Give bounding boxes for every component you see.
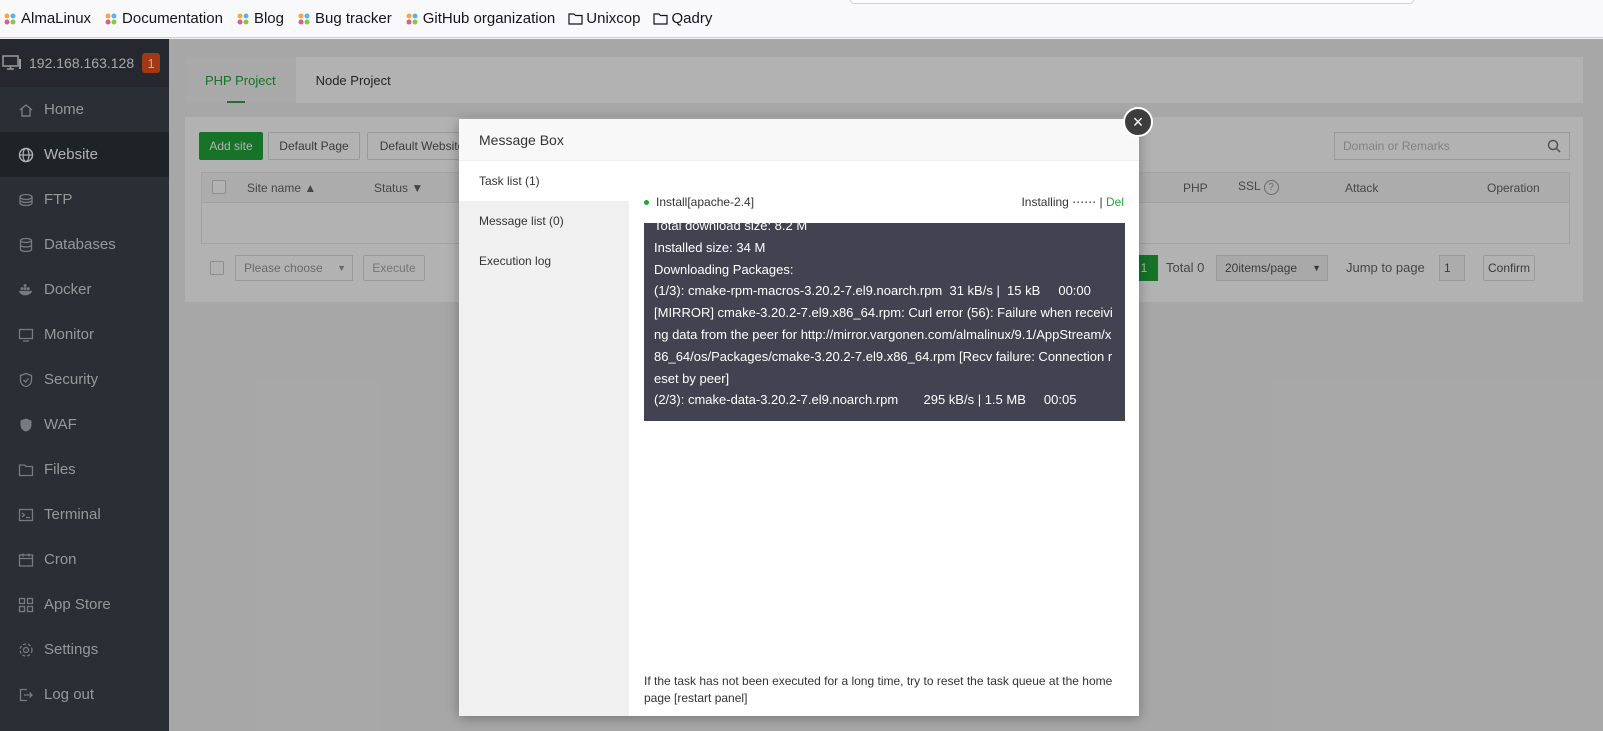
url-bar-edge[interactable]: [850, 0, 1414, 4]
message-box-dialog: Message Box Task list (1) Message list (…: [459, 119, 1139, 716]
task-status: Installing ⋯⋯ | Del: [1021, 195, 1124, 209]
bookmarks-bar: AlmaLinux Documentation Blog Bug tracker…: [0, 0, 1603, 38]
folder-icon: [567, 11, 583, 27]
tab-task-list[interactable]: Task list (1): [459, 161, 629, 201]
log-line: Total download size: 8.2 M: [654, 223, 808, 233]
almalinux-icon: [235, 11, 251, 27]
bookmark-documentation[interactable]: Documentation: [103, 10, 223, 27]
dialog-tabs: Task list (1) Message list (0) Execution…: [459, 161, 629, 716]
delete-task-link[interactable]: Del: [1106, 195, 1124, 209]
task-panel: Install[apache-2.4] Installing ⋯⋯ | Del …: [629, 161, 1139, 716]
bookmark-blog[interactable]: Blog: [235, 10, 284, 27]
install-log-output[interactable]: Total download size: 8.2 M Installed siz…: [644, 223, 1125, 421]
status-dot-icon: [644, 199, 649, 205]
bookmark-github-organization[interactable]: GitHub organization: [404, 10, 555, 27]
log-line: Installed size: 34 M: [654, 239, 766, 255]
log-line: Downloading Packages:: [654, 261, 794, 277]
log-line: [MIRROR] cmake-3.20.2-7.el9.x86_64.rpm: …: [654, 305, 1113, 386]
folder-icon: [652, 11, 668, 27]
bookmark-almalinux[interactable]: AlmaLinux: [2, 10, 91, 27]
log-line: (2/3): cmake-data-3.20.2-7.el9.noarch.rp…: [654, 392, 1077, 408]
tab-message-list[interactable]: Message list (0): [459, 201, 629, 241]
task-item: Install[apache-2.4] Installing ⋯⋯ | Del: [644, 193, 1124, 211]
close-dialog-button[interactable]: ×: [1123, 107, 1153, 137]
almalinux-icon: [296, 11, 312, 27]
almalinux-icon: [103, 11, 119, 27]
bookmark-unixcop[interactable]: Unixcop: [567, 10, 640, 27]
task-name: Install[apache-2.4]: [656, 195, 755, 209]
restart-hint: If the task has not been executed for a …: [644, 674, 1113, 705]
almalinux-icon: [2, 11, 18, 27]
dialog-title: Message Box: [459, 119, 1139, 161]
log-line: (1/3): cmake-rpm-macros-3.20.2-7.el9.noa…: [654, 283, 1091, 299]
close-icon: ×: [1132, 112, 1144, 132]
almalinux-icon: [404, 11, 420, 27]
bookmark-bug-tracker[interactable]: Bug tracker: [296, 10, 392, 27]
tab-execution-log[interactable]: Execution log: [459, 241, 629, 281]
bookmark-qadry[interactable]: Qadry: [652, 10, 712, 27]
